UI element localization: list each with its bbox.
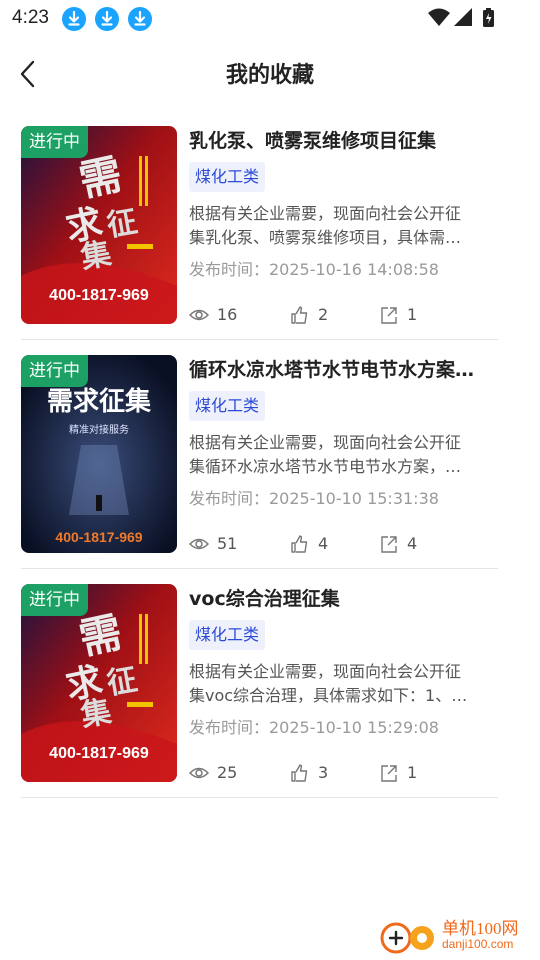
item-stats: 16 2 1 [189, 303, 494, 327]
share-icon [381, 307, 397, 324]
description-line: 集乳化泵、喷雾泵维修项目，具体需… [189, 228, 462, 247]
list-item[interactable]: 需 求 征 集 400-1817-969 进行中 voc综合治理征集 煤化工类 … [21, 569, 498, 798]
item-stats: 51 4 4 [189, 532, 494, 556]
thumbs-up-icon [291, 306, 308, 324]
watermark-icon [380, 922, 434, 954]
page-title: 我的收藏 [225, 63, 314, 88]
thumbnail-heading: 需求征集 [47, 386, 152, 417]
description-line: 根据有关企业需要，现面向社会公开征 [189, 662, 462, 681]
description-line: 根据有关企业需要，现面向社会公开征 [189, 204, 462, 223]
item-stats: 25 3 1 [189, 761, 494, 785]
list-item[interactable]: 需求征集 精准对接服务 400-1817-969 进行中 循环水凉水塔节水节电节… [21, 340, 498, 569]
publish-time: 发布时间：2025-10-10 15:29:08 [189, 718, 439, 737]
app-header: 我的收藏 [0, 36, 540, 112]
description-line: 根据有关企业需要，现面向社会公开征 [189, 433, 462, 452]
item-title: 乳化泵、喷雾泵维修项目征集 [189, 130, 437, 152]
wifi-icon [428, 8, 450, 26]
svg-text:征: 征 [104, 662, 140, 702]
status-badge: 进行中 [21, 355, 88, 387]
category-tag: 煤化工类 [189, 620, 266, 650]
list-item[interactable]: 需 求 征 集 400-1817-969 进行中 乳化泵、喷雾泵维修项目征集 煤… [21, 111, 498, 340]
eye-icon [189, 309, 209, 321]
eye-icon [189, 538, 209, 550]
item-thumbnail: 需求征集 精准对接服务 400-1817-969 进行中 [21, 355, 177, 553]
thumbnail-phone: 400-1817-969 [55, 529, 142, 545]
eye-icon [189, 767, 209, 779]
download-icon [95, 7, 119, 31]
thumbnail-phone: 400-1817-969 [49, 745, 149, 762]
battery-charging-icon [483, 8, 494, 27]
item-thumbnail: 需 求 征 集 400-1817-969 进行中 [21, 126, 177, 324]
publish-time: 发布时间：2025-10-16 14:08:58 [189, 260, 439, 279]
watermark-url: danji100.com [442, 937, 514, 951]
favorites-list: 需 求 征 集 400-1817-969 进行中 乳化泵、喷雾泵维修项目征集 煤… [21, 111, 498, 798]
thumbnail-subheading: 精准对接服务 [69, 423, 129, 436]
svg-text:征: 征 [104, 204, 140, 244]
status-bar: 4:23 [0, 0, 540, 36]
publish-time: 发布时间：2025-10-10 15:31:38 [189, 489, 439, 508]
item-title: 循环水凉水塔节水节电节水方案… [189, 359, 475, 381]
thumbs-up-icon [291, 764, 308, 782]
status-badge: 进行中 [21, 584, 88, 616]
share-icon [381, 765, 397, 782]
thumbs-up-icon [291, 535, 308, 553]
item-thumbnail: 需 求 征 集 400-1817-969 进行中 [21, 584, 177, 782]
item-description: 根据有关企业需要，现面向社会公开征 集voc综合治理，具体需求如下：1、… [189, 660, 494, 708]
item-description: 根据有关企业需要，现面向社会公开征 集循环水凉水塔节水节电节水方案，… [189, 431, 494, 479]
download-icon [128, 7, 152, 31]
watermark-logo: 单机100网 danji100.com [380, 912, 540, 960]
status-time: 4:23 [12, 7, 49, 28]
watermark-name: 单机100网 [442, 919, 519, 938]
item-title: voc综合治理征集 [189, 588, 340, 610]
status-badge: 进行中 [21, 126, 88, 158]
system-status-icons [428, 8, 494, 27]
thumbnail-phone: 400-1817-969 [49, 287, 149, 304]
signal-icon [454, 8, 472, 26]
share-icon [381, 536, 397, 553]
description-line: 集voc综合治理，具体需求如下：1、… [189, 686, 468, 705]
category-tag: 煤化工类 [189, 162, 266, 192]
category-tag: 煤化工类 [189, 391, 266, 421]
description-line: 集循环水凉水塔节水节电节水方案，… [189, 457, 462, 476]
download-icon [62, 7, 86, 31]
item-description: 根据有关企业需要，现面向社会公开征 集乳化泵、喷雾泵维修项目，具体需… [189, 202, 494, 250]
